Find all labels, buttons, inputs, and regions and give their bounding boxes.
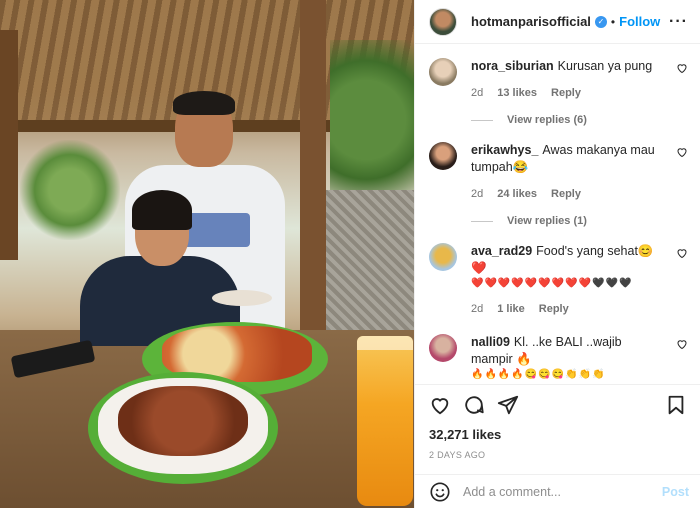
comment-likes[interactable]: 24 likes (497, 186, 537, 203)
comment-body: nalli09 Kl. ..ke BALI ..wajib mampir 🔥 🔥🔥… (471, 334, 688, 380)
commenter-username[interactable]: ava_rad29 (471, 244, 532, 258)
comment-emoji-line: ❤️❤️❤️❤️❤️❤️❤️❤️❤️🖤🖤🖤 (471, 278, 633, 289)
woman-hair (132, 190, 192, 230)
photo-stone-wall (320, 190, 414, 330)
squid-food (118, 386, 248, 456)
comment-likes[interactable]: 13 likes (497, 85, 537, 102)
comment-age: 2d (471, 188, 484, 200)
reply-button[interactable]: Reply (539, 301, 569, 318)
heart-icon[interactable] (676, 338, 688, 350)
comment-meta: 2d 13 likes Reply (471, 85, 666, 102)
comment-text-line: ava_rad29 Food's yang sehat😊❤️ (471, 243, 666, 277)
heart-icon[interactable] (676, 62, 688, 74)
view-replies-label: View replies (6) (507, 114, 587, 126)
reply-button[interactable]: Reply (551, 85, 581, 102)
post-actions: 32,271 likes 2 DAYS AGO (415, 384, 700, 460)
view-replies-line (471, 220, 493, 222)
comment-body: ava_rad29 Food's yang sehat😊❤️ ❤️❤️❤️❤️❤️… (471, 243, 688, 318)
comment-item: erikawhys_ Awas makanya mau tumpah😂 2d 24… (429, 142, 688, 203)
post-header: hotmanparisofficial ✓ • Follow ··· (415, 0, 700, 44)
comment-emoji-line: 🔥🔥🔥🔥😋😋😋👏👏👏 (471, 369, 606, 380)
more-options-button[interactable]: ··· (669, 13, 688, 31)
reply-button[interactable]: Reply (551, 186, 581, 203)
commenter-avatar[interactable] (429, 142, 457, 170)
comment-item: ava_rad29 Food's yang sehat😊❤️ ❤️❤️❤️❤️❤️… (429, 243, 688, 318)
action-icons (429, 389, 687, 421)
commenter-avatar[interactable] (429, 58, 457, 86)
post-comment-button[interactable]: Post (662, 485, 689, 499)
comment-bubble-icon[interactable] (463, 394, 485, 416)
man-hair (173, 91, 235, 115)
photo-small-plate (212, 290, 272, 306)
commenter-avatar[interactable] (429, 334, 457, 362)
comment-likes[interactable]: 1 like (497, 301, 525, 318)
bookmark-icon[interactable] (665, 394, 687, 416)
header-separator: • (610, 14, 616, 29)
photo-squid-plate (88, 372, 278, 484)
view-replies-line (471, 119, 493, 121)
like-heart-icon[interactable] (429, 394, 451, 416)
glass-rim (357, 336, 413, 350)
post-likes-count[interactable]: 32,271 likes (429, 427, 687, 442)
comment-meta: 2d 24 likes Reply (471, 186, 666, 203)
comment-text-line: erikawhys_ Awas makanya mau tumpah😂 (471, 142, 666, 176)
comment-text-line: nora_siburian Kurusan ya pung (471, 58, 666, 75)
commenter-username[interactable]: nalli09 (471, 335, 510, 349)
view-replies-label: View replies (1) (507, 215, 587, 227)
comment-body: nora_siburian Kurusan ya pung 2d 13 likes… (471, 58, 688, 102)
comment-text-line: nalli09 Kl. ..ke BALI ..wajib mampir 🔥 (471, 334, 666, 368)
comment-input[interactable] (463, 484, 662, 499)
share-paper-plane-icon[interactable] (497, 394, 519, 416)
commenter-username[interactable]: nora_siburian (471, 59, 554, 73)
comment-meta: 2d 1 like Reply (471, 301, 666, 318)
comment-text: Kurusan ya pung (557, 59, 653, 73)
comment-composer: Post (415, 474, 700, 508)
photo-wood-post (300, 0, 326, 340)
photo-juice-glass (357, 336, 413, 506)
heart-icon[interactable] (676, 146, 688, 158)
photo-woman (70, 190, 240, 346)
comments-list[interactable]: nora_siburian Kurusan ya pung 2d 13 likes… (415, 44, 700, 380)
comment-age: 2d (471, 87, 484, 99)
comment-item: nalli09 Kl. ..ke BALI ..wajib mampir 🔥 🔥🔥… (429, 334, 688, 380)
instagram-post: hotmanparisofficial ✓ • Follow ··· nora_… (0, 0, 700, 508)
commenter-avatar[interactable] (429, 243, 457, 271)
post-side-panel: hotmanparisofficial ✓ • Follow ··· nora_… (414, 0, 700, 508)
comment-age: 2d (471, 303, 484, 315)
photo-wood-post-left (0, 30, 18, 260)
view-replies-button[interactable]: View replies (6) (471, 114, 688, 126)
follow-button[interactable]: Follow (619, 14, 660, 29)
author-avatar[interactable] (429, 7, 457, 36)
commenter-username[interactable]: erikawhys_ (471, 143, 538, 157)
emoji-smiley-icon[interactable] (429, 481, 451, 503)
author-username[interactable]: hotmanparisofficial (471, 14, 591, 29)
comment-item: nora_siburian Kurusan ya pung 2d 13 likes… (429, 58, 688, 102)
post-date[interactable]: 2 DAYS AGO (429, 450, 687, 460)
comment-body: erikawhys_ Awas makanya mau tumpah😂 2d 24… (471, 142, 688, 203)
verified-badge-icon: ✓ (594, 15, 607, 28)
view-replies-button[interactable]: View replies (1) (471, 215, 688, 227)
heart-icon[interactable] (676, 247, 688, 259)
post-photo[interactable] (0, 0, 414, 508)
